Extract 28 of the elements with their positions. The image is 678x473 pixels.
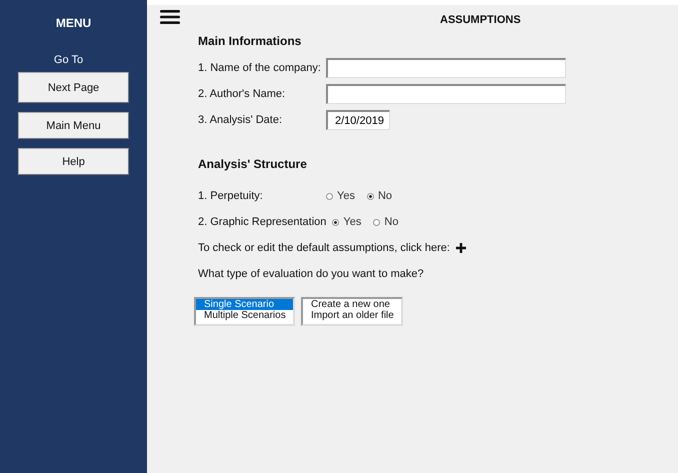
list-item[interactable]: Single Scenario <box>196 299 293 310</box>
plus-icon[interactable] <box>456 243 466 253</box>
question-text: What type of evaluation do you want to make? <box>198 268 424 280</box>
radio-option[interactable]: Yes <box>326 190 355 202</box>
input-field[interactable]: 2/10/2019 <box>326 110 390 130</box>
menu-title: MENU <box>56 16 92 30</box>
list-item[interactable]: Import an older file <box>311 310 401 321</box>
go-to-label: Go To <box>54 54 84 66</box>
input-field[interactable] <box>326 58 566 78</box>
field-label: 2. Author's Name: <box>198 88 286 100</box>
section-heading: Main Informations <box>198 34 302 48</box>
radio-option[interactable]: Yes <box>332 216 362 228</box>
section-heading: Analysis' Structure <box>198 157 308 171</box>
field-label: 1. Name of the company: <box>198 62 322 74</box>
field-label: 3. Analysis' Date: <box>198 114 284 126</box>
nav-button[interactable]: Next Page <box>18 72 129 103</box>
list-item[interactable]: Multiple Scenarios <box>196 310 293 321</box>
nav-button[interactable]: Main Menu <box>18 112 129 139</box>
nav-button[interactable]: Help <box>18 148 129 175</box>
input-field[interactable] <box>326 84 566 104</box>
page-title: ASSUMPTIONS <box>440 14 521 26</box>
menu-icon[interactable] <box>160 10 180 24</box>
question-label: 2. Graphic Representation <box>198 216 326 228</box>
radio-option[interactable]: No <box>373 216 398 228</box>
list-item[interactable]: Create a new one <box>311 299 401 310</box>
question-label: 1. Perpetuity: <box>198 190 264 202</box>
instruction-text: To check or edit the default assumptions, click here: <box>198 242 450 254</box>
radio-option[interactable]: No <box>366 190 392 202</box>
